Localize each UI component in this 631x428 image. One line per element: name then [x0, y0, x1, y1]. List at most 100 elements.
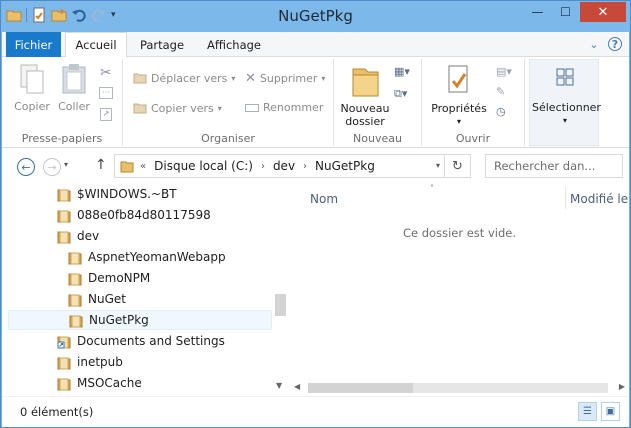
new-folder-icon — [352, 68, 379, 97]
tree-item[interactable]: 088e0fb84d80117598 — [57, 205, 211, 225]
tree-item[interactable]: AspnetYeomanWebapp — [68, 247, 226, 267]
large-icons-view-button[interactable]: ▣ — [601, 402, 620, 421]
tree-item-label: AspnetYeomanWebapp — [88, 250, 226, 264]
dropdown-arrow-icon: ▾ — [321, 74, 326, 83]
folder-shortcut-icon — [57, 336, 71, 349]
breadcrumb-dev[interactable]: dev — [267, 159, 301, 173]
chevron-right-icon[interactable]: › — [259, 161, 267, 172]
scrollbar-thumb[interactable] — [308, 383, 413, 393]
recent-locations-icon[interactable]: ▾ — [64, 160, 68, 169]
tree-item-label: Documents and Settings — [77, 334, 225, 348]
maximize-button[interactable]: ☐ — [552, 2, 579, 22]
move-to-button[interactable]: Déplacer vers ▾ — [133, 71, 235, 85]
sort-arrow-icon: ˄ — [430, 184, 434, 193]
navigation-bar: ← → ▾ ↑ « Disque local (C:) › dev › NuGe… — [2, 148, 629, 184]
move-to-icon — [133, 73, 147, 84]
dropdown-arrow-icon: ▾ — [562, 116, 567, 125]
easy-access-icon[interactable]: ⧉▾ — [394, 87, 407, 101]
folder-icon — [57, 357, 71, 370]
close-button[interactable]: ✕ — [580, 2, 626, 22]
new-folder-label-2: dossier — [345, 115, 385, 128]
select-button[interactable]: Sélectionner ▾ — [532, 66, 601, 127]
refresh-icon[interactable]: ↻ — [444, 155, 470, 177]
address-history-icon[interactable]: ▾ — [436, 161, 440, 170]
tree-item[interactable]: MSOCache — [57, 373, 142, 393]
tree-item-label: NuGet — [88, 292, 126, 306]
copy-to-icon — [133, 103, 147, 114]
tab-view[interactable]: Affichage — [198, 32, 270, 57]
tree-item[interactable]: inetpub — [57, 352, 123, 372]
column-header-name[interactable]: Nom — [310, 192, 338, 206]
details-view-button[interactable]: ☰ — [578, 402, 597, 421]
column-divider[interactable] — [565, 187, 566, 209]
breadcrumb-nugetpkg[interactable]: NuGetPkg — [309, 159, 381, 173]
breadcrumb-disk[interactable]: Disque local (C:) — [148, 159, 259, 173]
address-bar[interactable]: « Disque local (C:) › dev › NuGetPkg ▾ ↻ — [114, 154, 471, 178]
search-input[interactable]: Rechercher dan... — [485, 154, 623, 178]
minimize-button[interactable]: — — [524, 2, 551, 22]
copy-path-icon[interactable]: ⋯ — [99, 87, 113, 99]
tree-item[interactable]: $WINDOWS.~BT — [57, 184, 177, 204]
clipboard-group: Copier Coller ✂ ⋯ ↗ Presse-papiers — [2, 59, 123, 146]
file-list-hscrollbar[interactable]: ◀ ▶ — [290, 379, 629, 396]
copy-label: Copier — [14, 100, 50, 113]
folder-icon — [69, 315, 83, 328]
navigation-scrollbar[interactable]: ▼ — [272, 184, 289, 396]
dropdown-arrow-icon: ▾ — [217, 103, 222, 113]
new-folder-label-1: Nouveau — [340, 102, 390, 115]
ribbon: Copier Coller ✂ ⋯ ↗ Presse-papiers Dépla… — [2, 57, 629, 148]
rename-label: Renommer — [263, 101, 324, 114]
copy-button[interactable]: Copier — [12, 63, 52, 113]
dropdown-arrow-icon: ▾ — [231, 73, 236, 83]
properties-label: Propriétés — [431, 102, 487, 115]
delete-button[interactable]: ✕ Supprimer ▾ — [245, 71, 325, 86]
tree-item[interactable]: NuGetPkg — [8, 310, 272, 330]
delete-icon: ✕ — [245, 71, 256, 86]
help-icon[interactable]: ? — [608, 37, 622, 51]
copy-icon — [20, 64, 44, 94]
scroll-right-icon[interactable]: ▶ — [619, 382, 625, 391]
tree-item[interactable]: Documents and Settings — [57, 331, 225, 351]
tree-item[interactable]: NuGet — [68, 289, 126, 309]
folder-icon — [57, 210, 71, 223]
new-item-icon[interactable]: ▦▾ — [394, 65, 410, 78]
edit-icon[interactable]: ✎ — [496, 85, 505, 98]
content-area: $WINDOWS.~BT 088e0fb84d80117598 dev AspnetY… — [2, 184, 629, 396]
file-list: ˄ Nom Modifié le Ce dossier est vide. ◀ … — [290, 184, 629, 396]
copy-to-label: Copier vers — [151, 101, 214, 115]
tree-item-label: $WINDOWS.~BT — [77, 187, 177, 201]
up-button[interactable]: ↑ — [95, 157, 107, 173]
tree-item-label: NuGetPkg — [89, 313, 149, 327]
rename-button[interactable]: Renommer — [245, 101, 323, 114]
open-icon[interactable]: ▤▾ — [496, 65, 512, 78]
cut-icon[interactable]: ✂ — [100, 65, 112, 81]
properties-icon — [448, 65, 468, 93]
paste-shortcut-icon[interactable]: ↗ — [100, 108, 112, 121]
item-count: 0 élément(s) — [20, 405, 94, 419]
explorer-window: ▾ NuGetPkg — ☐ ✕ Fichier Accueil Partage… — [0, 0, 631, 428]
tab-home[interactable]: Accueil — [65, 32, 127, 58]
tree-item-label: dev — [77, 229, 100, 243]
chevron-right-icon[interactable]: › — [301, 161, 309, 172]
column-header-modified[interactable]: Modifié le — [570, 192, 628, 206]
breadcrumb-overflow[interactable]: « — [134, 161, 148, 172]
tab-file[interactable]: Fichier — [6, 32, 61, 57]
expand-ribbon-icon[interactable]: ⌄ — [587, 37, 601, 51]
scroll-left-icon[interactable]: ◀ — [294, 382, 300, 391]
paste-button[interactable]: Coller — [54, 63, 94, 113]
folder-icon — [57, 378, 71, 391]
scrollbar-thumb[interactable] — [275, 294, 286, 316]
tree-item-label: inetpub — [77, 355, 123, 369]
properties-button[interactable]: Propriétés ▾ — [430, 63, 488, 128]
folder-icon — [68, 252, 82, 265]
new-folder-button[interactable]: Nouveau dossier — [340, 63, 390, 128]
copy-to-button[interactable]: Copier vers ▾ — [133, 101, 222, 115]
scroll-down-icon[interactable]: ▼ — [276, 381, 282, 390]
tree-item[interactable]: DemoNPM — [68, 268, 150, 288]
tree-item[interactable]: dev — [57, 226, 99, 246]
back-button[interactable]: ← — [17, 158, 35, 176]
title-bar: ▾ NuGetPkg — ☐ ✕ — [1, 1, 630, 32]
history-icon[interactable]: ◷ — [496, 105, 506, 118]
forward-button[interactable]: → — [43, 158, 61, 176]
tab-share[interactable]: Partage — [131, 32, 193, 57]
